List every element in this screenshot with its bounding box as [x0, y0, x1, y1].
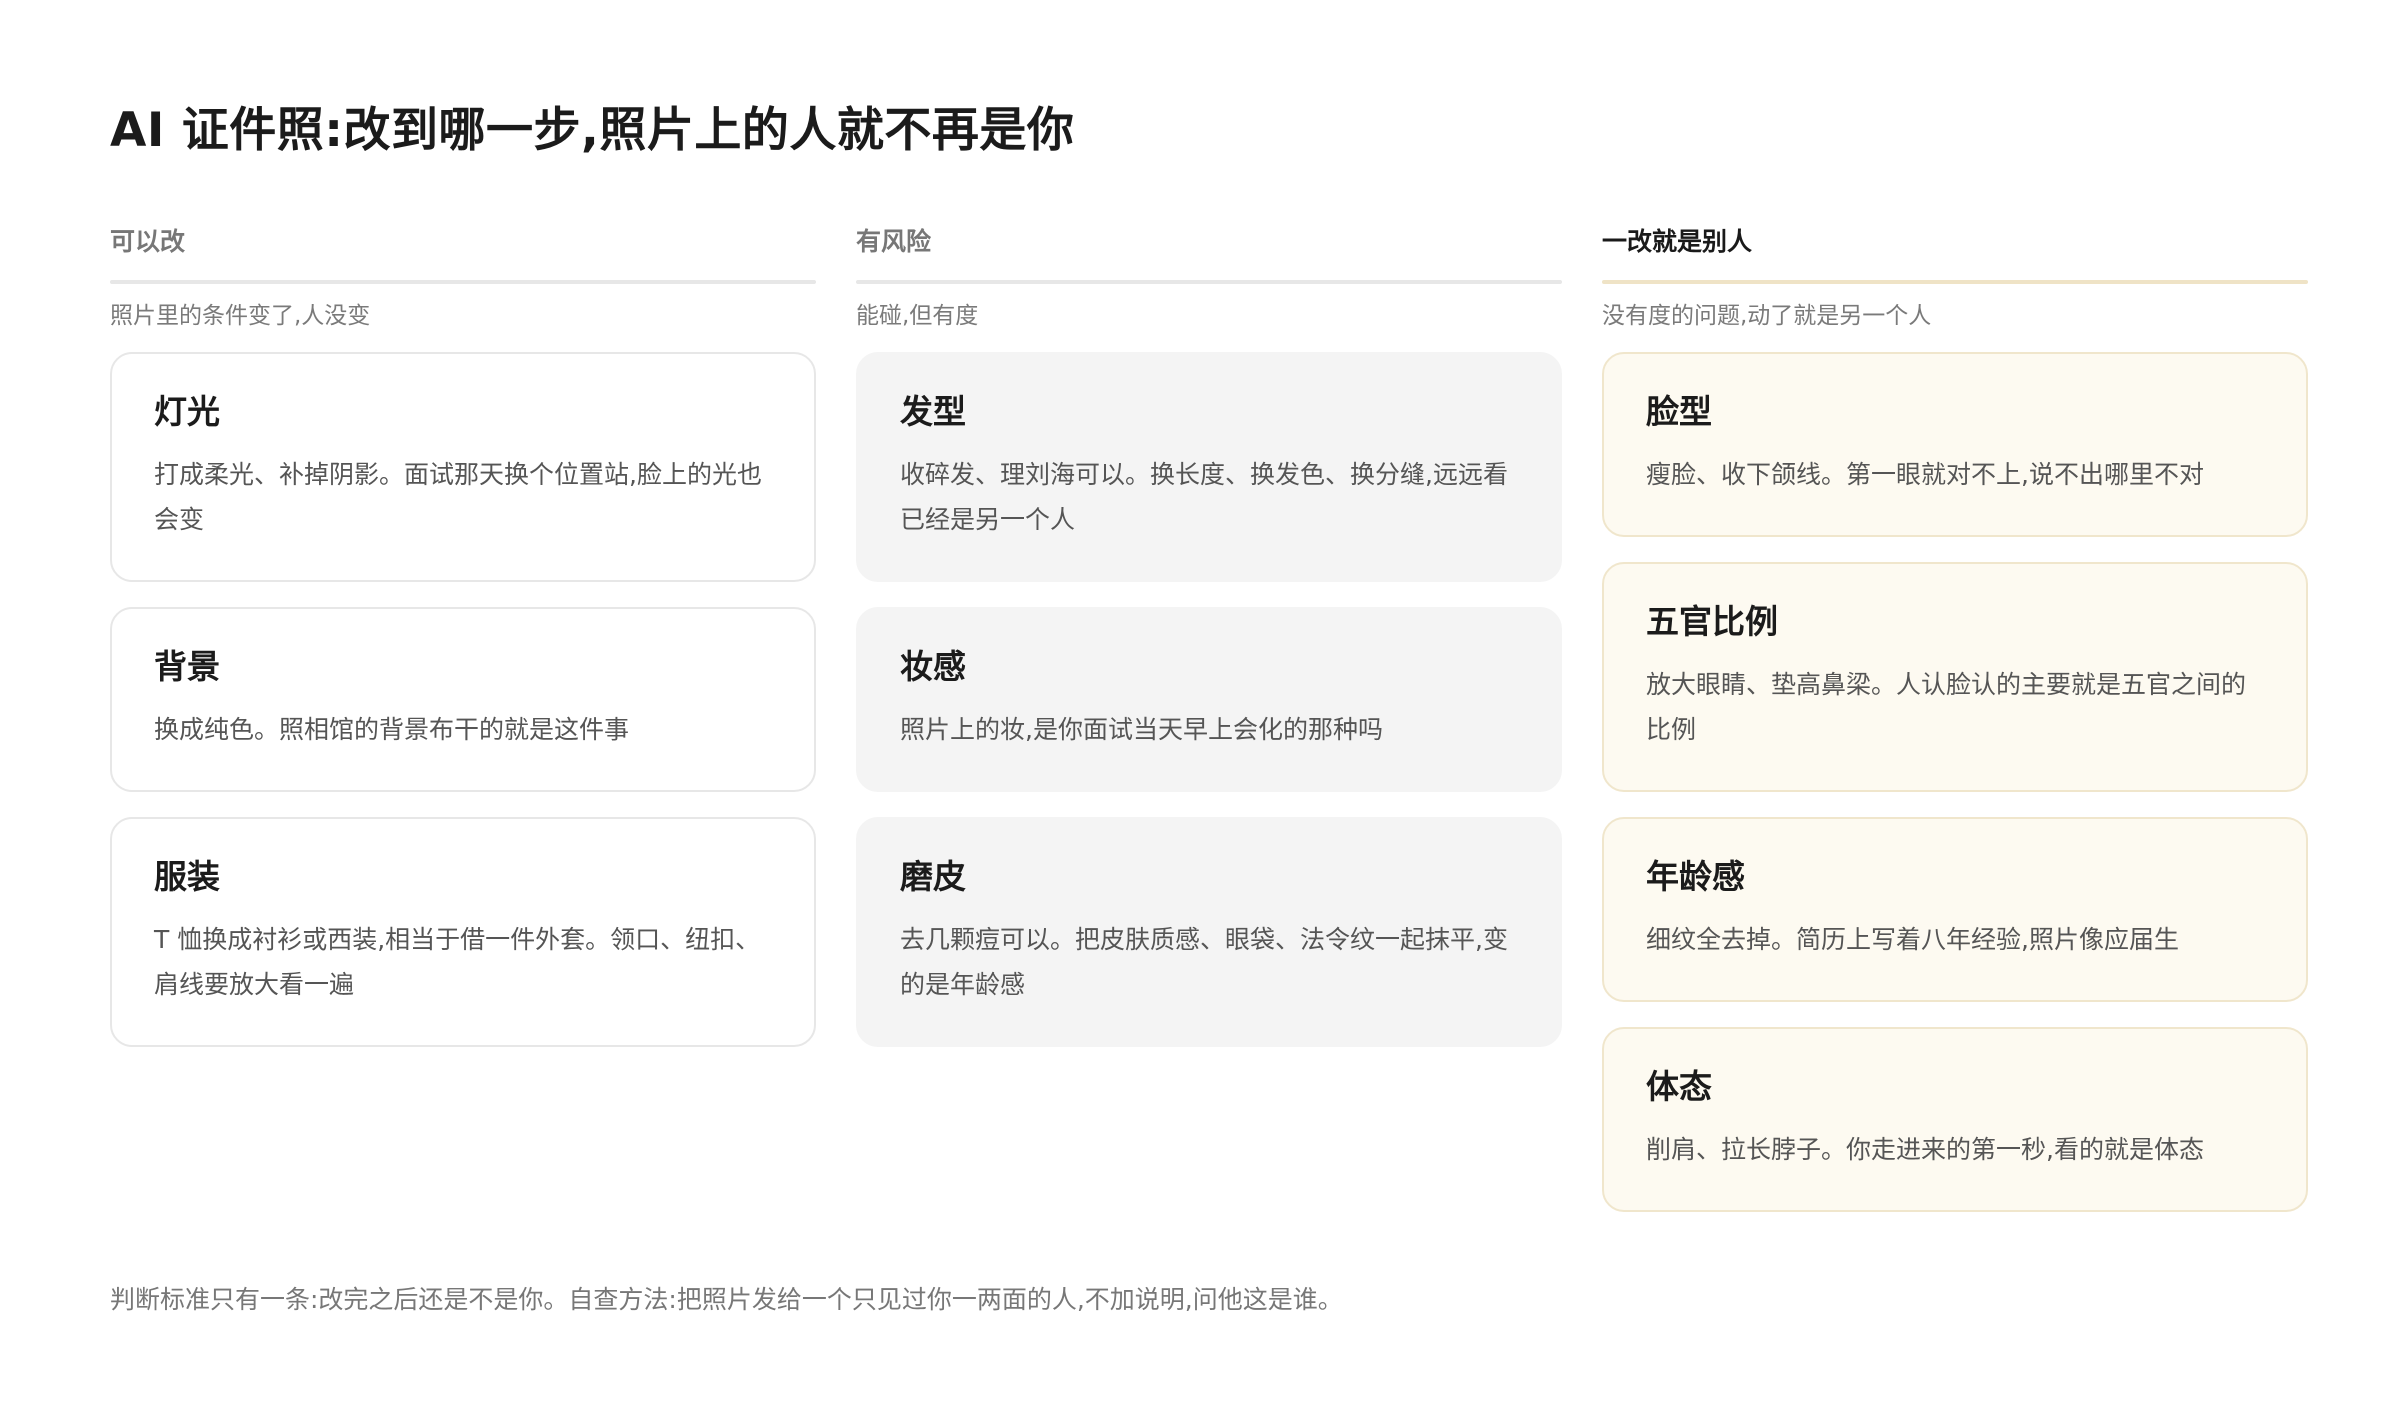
column-subtitle: 照片里的条件变了,人没变	[110, 303, 371, 329]
column-divider	[856, 280, 1562, 284]
card-list: 发型 收碎发、理刘海可以。换长度、换发色、换分缝,远远看已经是另一个人 妆感 照…	[856, 352, 1562, 1047]
card-title: 发型	[900, 392, 966, 431]
card-age-look: 年龄感 细纹全去掉。简历上写着八年经验,照片像应届生	[1602, 817, 2308, 1002]
card-text: 换成纯色。照相馆的背景布干的就是这件事	[154, 715, 630, 744]
card-text: 收碎发、理刘海可以。换长度、换发色、换分缝,远远看已经是另一个人	[900, 460, 1508, 534]
card-text: 照片上的妆,是你面试当天早上会化的那种吗	[900, 715, 1383, 744]
card-clothing: 服装 T 恤换成衬衫或西装,相当于借一件外套。领口、纽扣、肩线要放大看一遍	[110, 817, 816, 1047]
card-title: 灯光	[154, 392, 220, 431]
card-title: 妆感	[900, 647, 966, 686]
card-text: T 恤换成衬衫或西装,相当于借一件外套。领口、纽扣、肩线要放大看一遍	[154, 925, 761, 999]
column-becomes-someone-else: 一改就是别人 没有度的问题,动了就是另一个人 脸型 瘦脸、收下颌线。第一眼就对不…	[1602, 220, 2308, 1237]
card-text: 削肩、拉长脖子。你走进来的第一秒,看的就是体态	[1646, 1135, 2204, 1164]
card-title: 五官比例	[1646, 602, 1778, 641]
card-background: 背景 换成纯色。照相馆的背景布干的就是这件事	[110, 607, 816, 792]
card-text: 细纹全去掉。简历上写着八年经验,照片像应届生	[1646, 925, 2179, 954]
card-makeup: 妆感 照片上的妆,是你面试当天早上会化的那种吗	[856, 607, 1562, 792]
column-header: 一改就是别人	[1602, 227, 1753, 256]
card-title: 服装	[154, 857, 220, 896]
card-posture: 体态 削肩、拉长脖子。你走进来的第一秒,看的就是体态	[1602, 1027, 2308, 1212]
columns: 可以改 照片里的条件变了,人没变 灯光 打成柔光、补掉阴影。面试那天换个位置站,…	[110, 220, 2308, 1220]
column-can-edit: 可以改 照片里的条件变了,人没变 灯光 打成柔光、补掉阴影。面试那天换个位置站,…	[110, 220, 816, 1072]
page-title: AI 证件照:改到哪一步,照片上的人就不再是你	[110, 103, 1075, 158]
card-text: 去几颗痘可以。把皮肤质感、眼袋、法令纹一起抹平,变的是年龄感	[900, 925, 1508, 999]
footer-note: 判断标准只有一条:改完之后还是不是你。自查方法:把照片发给一个只见过你一两面的人…	[110, 1285, 1343, 1314]
column-divider	[1602, 280, 2308, 284]
column-header: 有风险	[856, 227, 932, 256]
card-title: 磨皮	[900, 857, 966, 896]
card-list: 灯光 打成柔光、补掉阴影。面试那天换个位置站,脸上的光也会变 背景 换成纯色。照…	[110, 352, 816, 1047]
column-header: 可以改	[110, 227, 186, 256]
card-lighting: 灯光 打成柔光、补掉阴影。面试那天换个位置站,脸上的光也会变	[110, 352, 816, 582]
column-risky: 有风险 能碰,但有度 发型 收碎发、理刘海可以。换长度、换发色、换分缝,远远看已…	[856, 220, 1562, 1072]
card-text: 打成柔光、补掉阴影。面试那天换个位置站,脸上的光也会变	[154, 460, 762, 534]
card-title: 脸型	[1646, 392, 1712, 431]
card-facial-proportions: 五官比例 放大眼睛、垫高鼻梁。人认脸认的主要就是五官之间的比例	[1602, 562, 2308, 792]
card-list: 脸型 瘦脸、收下颌线。第一眼就对不上,说不出哪里不对 五官比例 放大眼睛、垫高鼻…	[1602, 352, 2308, 1212]
card-title: 背景	[154, 647, 220, 686]
card-text: 瘦脸、收下颌线。第一眼就对不上,说不出哪里不对	[1646, 460, 2204, 489]
column-subtitle: 没有度的问题,动了就是另一个人	[1602, 303, 1932, 329]
card-title: 年龄感	[1646, 857, 1745, 896]
card-hairstyle: 发型 收碎发、理刘海可以。换长度、换发色、换分缝,远远看已经是另一个人	[856, 352, 1562, 582]
column-subtitle: 能碰,但有度	[856, 303, 979, 329]
column-divider	[110, 280, 816, 284]
card-title: 体态	[1646, 1067, 1712, 1106]
card-face-shape: 脸型 瘦脸、收下颌线。第一眼就对不上,说不出哪里不对	[1602, 352, 2308, 537]
card-skin-smoothing: 磨皮 去几颗痘可以。把皮肤质感、眼袋、法令纹一起抹平,变的是年龄感	[856, 817, 1562, 1047]
card-text: 放大眼睛、垫高鼻梁。人认脸认的主要就是五官之间的比例	[1646, 670, 2247, 744]
